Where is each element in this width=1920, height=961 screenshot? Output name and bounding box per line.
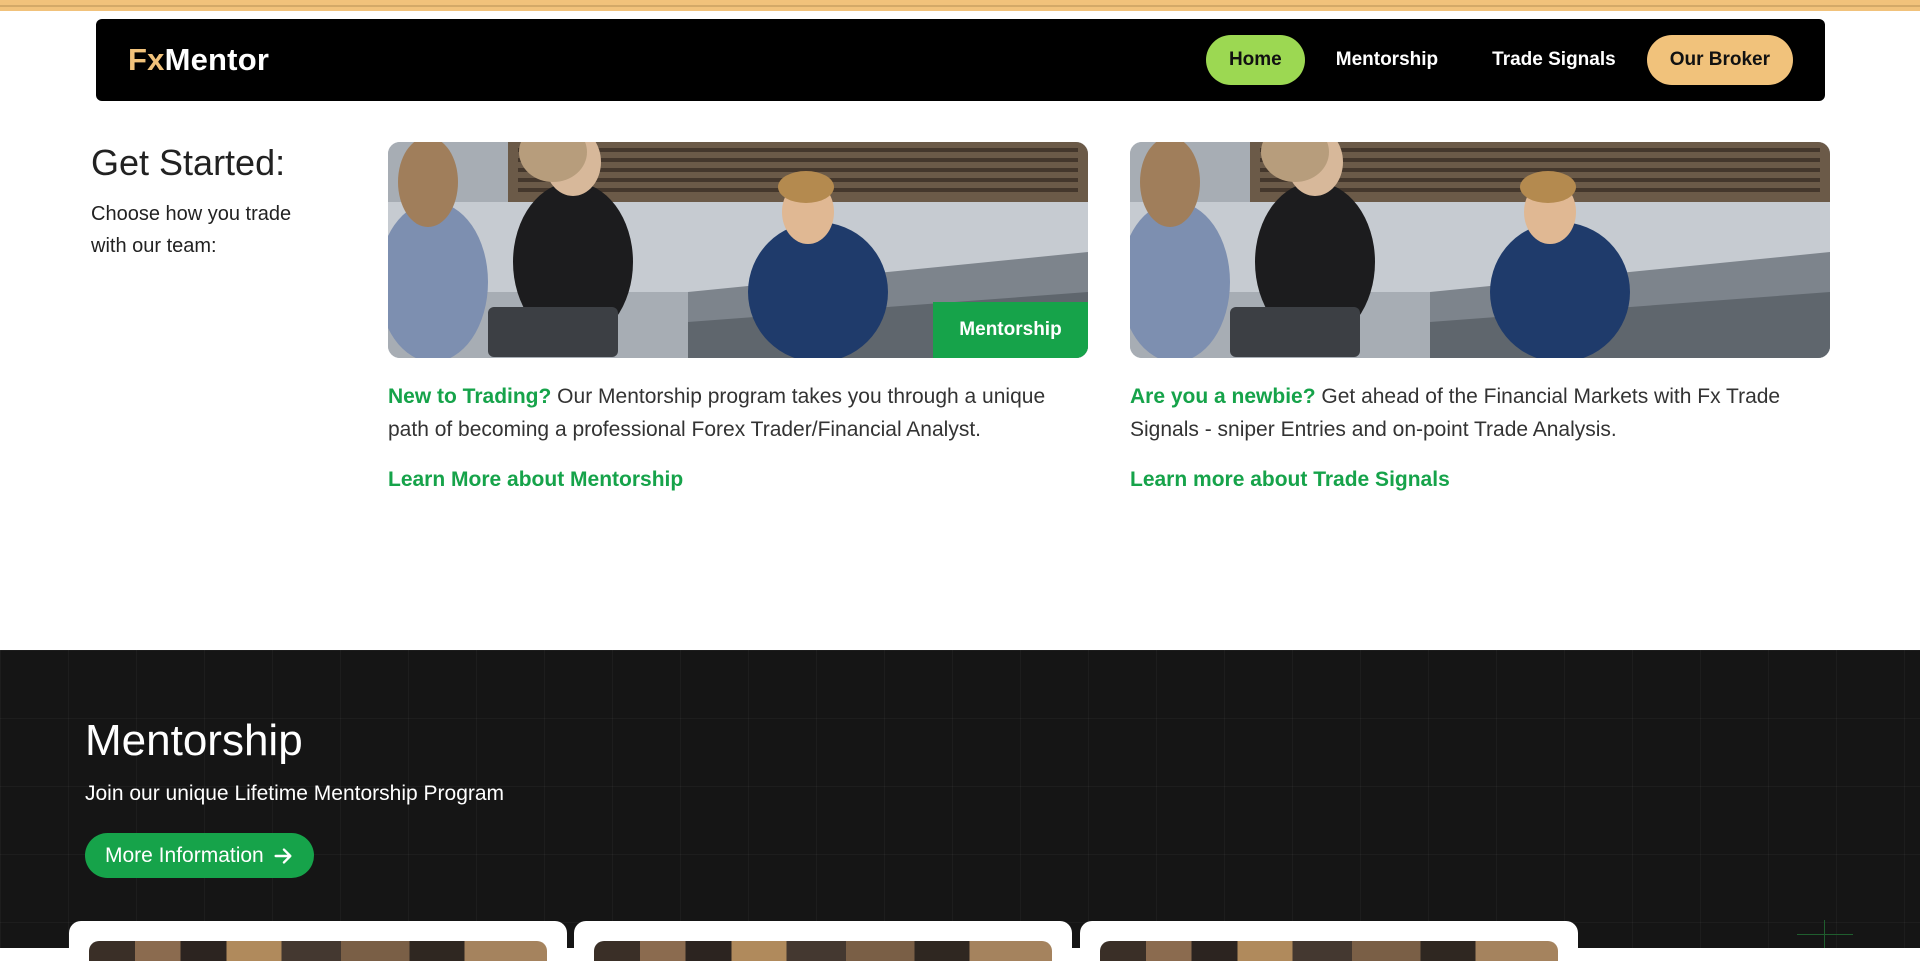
mentorship-card-photo: Mentorship	[388, 142, 1088, 358]
mentorship-section-title: Mentorship	[85, 716, 303, 765]
top-accent-stripe	[0, 0, 1920, 11]
brand-prefix: Fx	[128, 42, 165, 77]
brand-logo[interactable]: FxMentor	[128, 42, 269, 78]
mentorship-plan-card[interactable]	[1080, 921, 1578, 961]
mentorship-card: Mentorship New to Trading? Our Mentorshi…	[388, 142, 1088, 492]
trade-signals-card-photo	[1130, 142, 1830, 358]
plan-card-photo	[1100, 941, 1558, 961]
nav-links: Home Mentorship Trade Signals Our Broker	[1205, 35, 1793, 85]
get-started-intro: Get Started: Choose how you trade with o…	[91, 142, 351, 262]
brand-name: Mentor	[164, 42, 270, 77]
learn-more-trade-signals-link[interactable]: Learn more about Trade Signals	[1130, 468, 1450, 492]
trade-signals-card: Are you a newbie? Get ahead of the Finan…	[1130, 142, 1830, 492]
decorative-crosshair	[1797, 920, 1853, 948]
mentorship-plan-card[interactable]	[69, 921, 567, 961]
mentorship-plan-card[interactable]	[574, 921, 1072, 961]
more-information-button[interactable]: More Information	[85, 833, 314, 878]
main-navbar: FxMentor Home Mentorship Trade Signals O…	[96, 19, 1825, 101]
more-information-label: More Information	[105, 843, 264, 867]
nav-trade-signals-link[interactable]: Trade Signals	[1469, 35, 1639, 85]
nav-mentorship-link[interactable]: Mentorship	[1313, 35, 1461, 85]
mentorship-card-highlight: New to Trading?	[388, 385, 552, 408]
trade-signals-card-text: Are you a newbie? Get ahead of the Finan…	[1130, 380, 1830, 446]
trade-signals-card-highlight: Are you a newbie?	[1130, 385, 1316, 408]
plan-card-photo	[89, 941, 547, 961]
get-started-title: Get Started:	[91, 142, 286, 183]
mentorship-card-text: New to Trading? Our Mentorship program t…	[388, 380, 1088, 446]
learn-more-mentorship-link[interactable]: Learn More about Mentorship	[388, 468, 683, 492]
plan-card-photo	[594, 941, 1052, 961]
mentorship-photo-tag[interactable]: Mentorship	[933, 302, 1088, 358]
mentorship-section: Mentorship Join our unique Lifetime Ment…	[0, 650, 1920, 961]
people-photo-illustration	[1130, 142, 1830, 358]
arrow-right-icon	[274, 847, 292, 864]
mentorship-section-subtitle: Join our unique Lifetime Mentorship Prog…	[85, 782, 505, 805]
nav-broker-button[interactable]: Our Broker	[1646, 35, 1793, 85]
get-started-subtitle: Choose how you trade with our team:	[91, 203, 292, 257]
nav-home-link[interactable]: Home	[1205, 35, 1305, 85]
